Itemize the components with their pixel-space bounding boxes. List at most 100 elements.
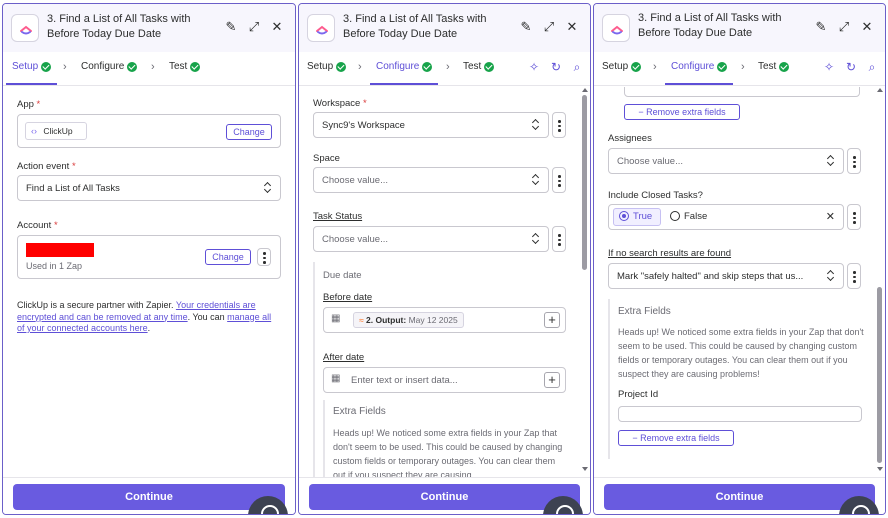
remove-extra-fields-button[interactable]: − Remove extra fields (624, 104, 740, 120)
after-date-placeholder: Enter text or insert data... (351, 375, 458, 386)
step-title: 3. Find a List of All Tasks with Before … (638, 11, 798, 41)
scroll-down-arrow-icon[interactable] (582, 467, 588, 471)
panel-header: 3. Find a List of All Tasks with Before … (3, 4, 295, 52)
chevron-right-icon: › (446, 61, 450, 73)
tab-setup[interactable]: Setup (602, 61, 642, 72)
assignees-select[interactable]: Choose value... (608, 148, 844, 174)
field-menu-kebab-icon[interactable] (552, 226, 566, 252)
insert-data-plus-icon[interactable]: + (544, 372, 560, 388)
clickup-app-icon (307, 14, 335, 42)
field-menu-kebab-icon[interactable] (847, 263, 861, 289)
chevron-right-icon: › (653, 61, 657, 73)
insert-data-plus-icon[interactable]: + (544, 312, 560, 328)
tab-configure[interactable]: Configure (81, 61, 138, 72)
scrollbar-thumb[interactable] (877, 287, 882, 463)
extra-fields-section: Extra Fields Heads up! We noticed some e… (323, 400, 563, 477)
no-results-select[interactable]: Mark "safely halted" and skip steps that… (608, 263, 844, 289)
step-tabs: Setup › Configure › Test (3, 52, 295, 86)
continue-button[interactable]: Continue (604, 484, 875, 510)
select-arrows-icon (532, 118, 540, 130)
close-icon[interactable]: ✕ (269, 19, 285, 35)
calendar-icon: ▦ (331, 373, 341, 384)
check-icon (631, 61, 642, 72)
edit-pencil-icon[interactable]: ✎ (813, 19, 829, 35)
prior-field-edge[interactable] (624, 87, 860, 97)
tab-setup[interactable]: Setup (5, 61, 58, 86)
action-event-select[interactable]: Find a List of All Tasks (17, 175, 281, 201)
chevron-right-icon: › (358, 61, 362, 73)
extra-fields-title: Extra Fields (333, 406, 386, 417)
tab-test[interactable]: Test (169, 61, 201, 72)
field-menu-kebab-icon[interactable] (847, 204, 861, 230)
remove-extra-fields-button[interactable]: − Remove extra fields (618, 430, 734, 446)
clickup-app-icon (11, 14, 39, 42)
check-icon (41, 61, 52, 72)
account-field[interactable]: Used in 1 Zap Change (17, 235, 281, 279)
tab-test[interactable]: Test (463, 61, 495, 72)
action-event-value: Find a List of All Tasks (26, 183, 120, 194)
chevron-right-icon: › (151, 61, 155, 73)
tab-test[interactable]: Test (758, 61, 790, 72)
panel-header: 3. Find a List of All Tasks with Before … (594, 4, 885, 52)
expand-icon[interactable]: ⤢ (541, 19, 557, 35)
partner-note: ClickUp is a secure partner with Zapier.… (17, 300, 272, 333)
title-line1: Find a List of All Tasks with (650, 12, 782, 24)
continue-button[interactable]: Continue (13, 484, 285, 510)
scroll-up-arrow-icon[interactable] (877, 88, 883, 92)
change-account-button[interactable]: Change (205, 249, 251, 265)
task-status-select[interactable]: Choose value... (313, 226, 549, 252)
ai-sparkle-icon[interactable]: ✧ (821, 59, 837, 75)
title-line2: Before Today Due Date (47, 28, 162, 40)
before-date-input[interactable]: ▦ ≈ 2. Output: May 12 2025 + (323, 307, 566, 333)
scroll-up-arrow-icon[interactable] (582, 88, 588, 92)
field-menu-kebab-icon[interactable] (552, 167, 566, 193)
formatter-icon: ≈ (359, 315, 364, 325)
ai-sparkle-icon[interactable]: ✧ (526, 59, 542, 75)
project-id-input[interactable] (618, 406, 862, 422)
account-menu-kebab-icon[interactable] (257, 248, 271, 266)
task-status-label: Task Status (313, 211, 363, 222)
after-date-input[interactable]: ▦ Enter text or insert data... + (323, 367, 566, 393)
radio-true[interactable]: True (619, 211, 652, 222)
step-tabs: Setup › Configure › Test ✧ ↻ ⌕ (299, 52, 590, 86)
step-number: 3. (343, 13, 353, 25)
edit-pencil-icon[interactable]: ✎ (223, 19, 239, 35)
close-icon[interactable]: ✕ (859, 19, 875, 35)
close-icon[interactable]: ✕ (564, 19, 580, 35)
expand-icon[interactable]: ⤢ (246, 19, 262, 35)
step-title: 3. Find a List of All Tasks with Before … (47, 12, 207, 42)
edit-pencil-icon[interactable]: ✎ (518, 19, 534, 35)
panel-header: 3. Find a List of All Tasks with Before … (299, 4, 590, 52)
workspace-select[interactable]: Sync9's Workspace (313, 112, 549, 138)
scroll-down-arrow-icon[interactable] (877, 467, 883, 471)
refresh-icon[interactable]: ↻ (843, 59, 859, 75)
refresh-icon[interactable]: ↻ (548, 59, 564, 75)
search-icon[interactable]: ⌕ (569, 59, 585, 75)
space-select[interactable]: Choose value... (313, 167, 549, 193)
assignees-placeholder: Choose value... (617, 156, 684, 167)
continue-button[interactable]: Continue (309, 484, 580, 510)
app-label: App * (17, 99, 41, 110)
space-placeholder: Choose value... (322, 175, 389, 186)
title-line1: Find a List of All Tasks with (59, 13, 191, 25)
expand-icon[interactable]: ⤢ (836, 19, 852, 35)
scrollbar-thumb[interactable] (582, 95, 587, 270)
tab-configure[interactable]: Configure (664, 61, 734, 86)
select-arrows-icon (827, 269, 835, 281)
field-menu-kebab-icon[interactable] (552, 112, 566, 138)
search-icon[interactable]: ⌕ (864, 59, 880, 75)
no-results-value: Mark "safely halted" and skip steps that… (617, 271, 804, 282)
redacted-account-name (26, 243, 94, 257)
space-label: Space (313, 153, 340, 164)
change-app-button[interactable]: Change (226, 124, 272, 140)
due-date-label: Due date (323, 270, 362, 281)
step-number: 3. (47, 13, 57, 25)
field-menu-kebab-icon[interactable] (847, 148, 861, 174)
radio-false[interactable]: False (670, 211, 707, 222)
output-pill[interactable]: ≈ 2. Output: May 12 2025 (353, 312, 464, 328)
tab-configure[interactable]: Configure (369, 61, 439, 86)
select-arrows-icon (264, 181, 272, 193)
tab-setup[interactable]: Setup (307, 61, 347, 72)
app-field[interactable]: ‹› ClickUp Change (17, 114, 281, 148)
clear-selection-icon[interactable]: ✕ (826, 210, 835, 223)
